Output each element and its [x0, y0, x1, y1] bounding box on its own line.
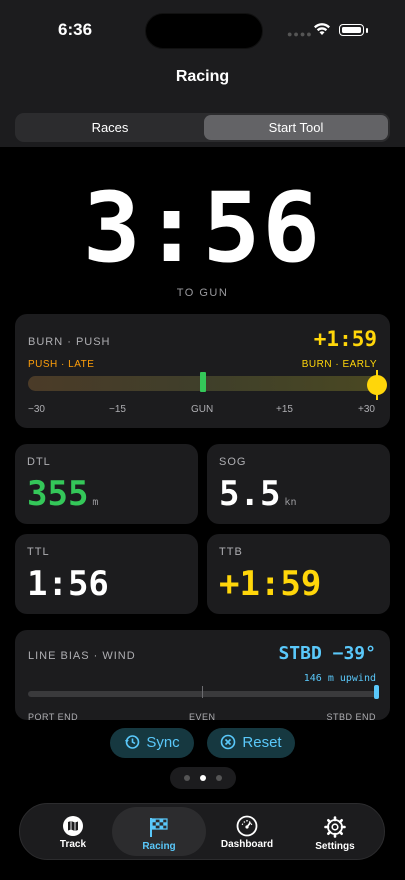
- tab-track-label: Track: [59, 839, 87, 850]
- segment-races[interactable]: Races: [17, 115, 203, 140]
- tab-racing-label: Racing: [142, 841, 176, 852]
- dtl-unit: m: [92, 497, 99, 508]
- gauge-icon: [236, 815, 258, 837]
- segmented-control: Races Start Tool: [15, 113, 390, 142]
- tab-dashboard[interactable]: Dashboard: [202, 804, 292, 859]
- stbd-end-label: STBD END: [326, 712, 376, 720]
- history-icon: [125, 735, 140, 749]
- ttb-card: TTB +1:59: [207, 534, 390, 614]
- tab-bar: Track Racing Dashboard Settings: [19, 803, 385, 860]
- tab-settings[interactable]: Settings: [290, 804, 380, 859]
- burn-tick: −30: [28, 404, 45, 415]
- checkered-flag-icon: [150, 818, 168, 837]
- gear-icon: [324, 816, 346, 838]
- burn-title: BURN · PUSH: [28, 336, 111, 348]
- sync-label: Sync: [146, 734, 180, 751]
- ttl-label: TTL: [27, 546, 50, 558]
- bias-title: LINE BIAS · WIND: [28, 650, 136, 662]
- countdown-timer: 3:56: [82, 172, 323, 284]
- bias-center-mark: [202, 686, 203, 698]
- push-late-label: PUSH · LATE: [28, 359, 95, 370]
- map-icon: [63, 816, 83, 836]
- bias-value: STBD −39°: [278, 643, 376, 664]
- tab-settings-label: Settings: [315, 841, 355, 852]
- dynamic-island: [145, 13, 263, 49]
- burn-tick: GUN: [191, 404, 214, 415]
- burn-early-label: BURN · EARLY: [301, 359, 377, 370]
- segment-start-tool[interactable]: Start Tool: [204, 115, 388, 140]
- bias-track: [28, 691, 378, 697]
- burn-value: +1:59: [313, 327, 377, 351]
- tab-racing[interactable]: Racing: [112, 807, 206, 856]
- bias-subtext: 146 m upwind: [303, 673, 376, 684]
- port-end-label: PORT END: [28, 712, 79, 720]
- sync-button[interactable]: Sync: [110, 728, 194, 758]
- dtl-value: 355 m: [27, 474, 99, 514]
- battery-tip: [366, 28, 368, 33]
- line-bias-card: LINE BIAS · WIND STBD −39° 146 m upwind …: [15, 630, 390, 720]
- sog-card: SOG 5.5 kn: [207, 444, 390, 524]
- bias-indicator: [374, 685, 379, 699]
- page-dot: [184, 775, 190, 781]
- battery-icon: [339, 24, 364, 36]
- dtl-card: DTL 355 m: [15, 444, 198, 524]
- reset-button[interactable]: Reset: [207, 728, 295, 758]
- sog-unit: kn: [284, 497, 297, 508]
- burn-indicator-knob: [367, 375, 387, 395]
- sog-label: SOG: [219, 456, 247, 468]
- clear-icon: [221, 734, 236, 750]
- burn-tick: +15: [276, 404, 293, 415]
- status-time: 6:36: [58, 20, 93, 39]
- page-title: Racing: [175, 68, 230, 85]
- ttb-value: +1:59: [219, 564, 322, 604]
- signal-icon: ●●●●: [287, 29, 313, 39]
- page-indicator[interactable]: [170, 767, 236, 789]
- page-dot: [216, 775, 222, 781]
- burn-tick: −15: [109, 404, 126, 415]
- gun-marker: [200, 372, 206, 392]
- ttb-label: TTB: [219, 546, 243, 558]
- ttl-card: TTL 1:56: [15, 534, 198, 614]
- page-dot-current: [200, 775, 206, 781]
- ttl-value: 1:56: [27, 564, 109, 604]
- dtl-label: DTL: [27, 456, 51, 468]
- wifi-icon: [314, 23, 330, 35]
- countdown-caption: TO GUN: [176, 287, 229, 299]
- tab-dashboard-label: Dashboard: [220, 839, 274, 850]
- even-label: EVEN: [189, 712, 216, 720]
- tab-track[interactable]: Track: [28, 804, 118, 859]
- sog-value: 5.5 kn: [219, 474, 297, 514]
- scroll-edge: [0, 720, 405, 730]
- burn-tick: +30: [358, 404, 375, 415]
- reset-label: Reset: [242, 734, 282, 751]
